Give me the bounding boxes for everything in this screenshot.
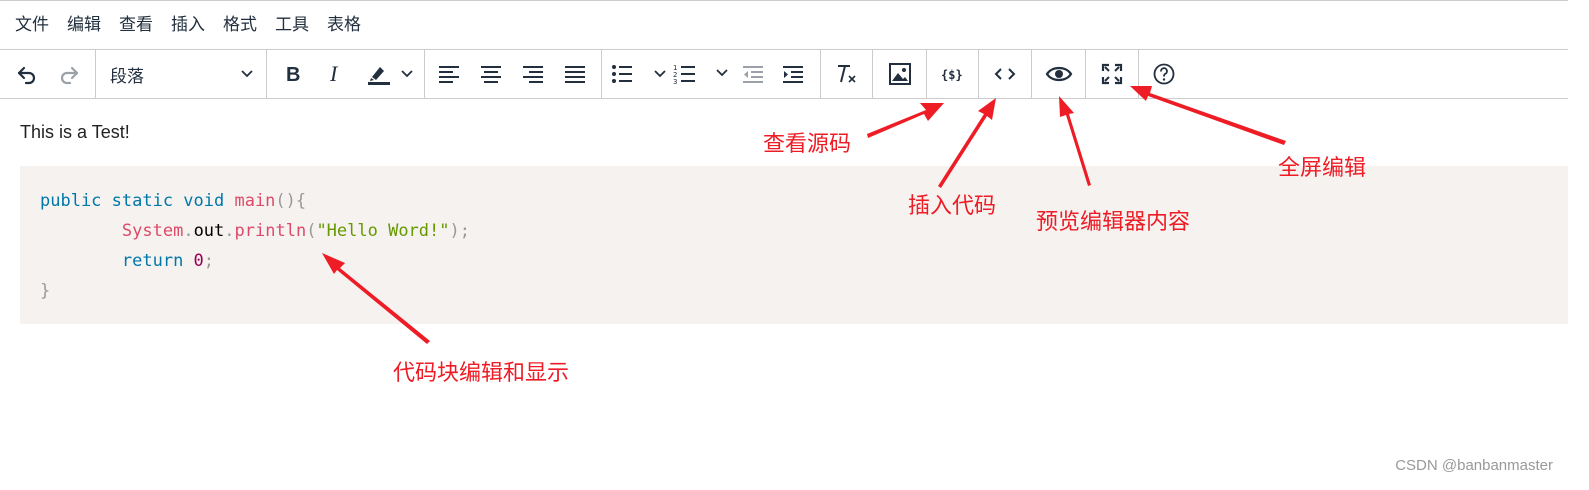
arrow-fullscreen [1130, 86, 1286, 145]
annotation-insert-code: 插入代码 [908, 194, 997, 219]
annotation-view-source: 查看源码 [763, 132, 852, 157]
arrow-view-source [867, 103, 944, 138]
annotation-fullscreen: 全屏编辑 [1278, 156, 1367, 181]
annotation-preview: 预览编辑器内容 [1036, 210, 1191, 235]
annotation-arrows [322, 86, 1286, 344]
annotation-code-block: 代码块编辑和显示 [393, 361, 570, 386]
arrow-preview [1059, 96, 1091, 186]
arrow-code-block [322, 253, 430, 344]
arrow-insert-code [938, 98, 996, 188]
watermark: CSDN @banbanmaster [1395, 457, 1553, 474]
